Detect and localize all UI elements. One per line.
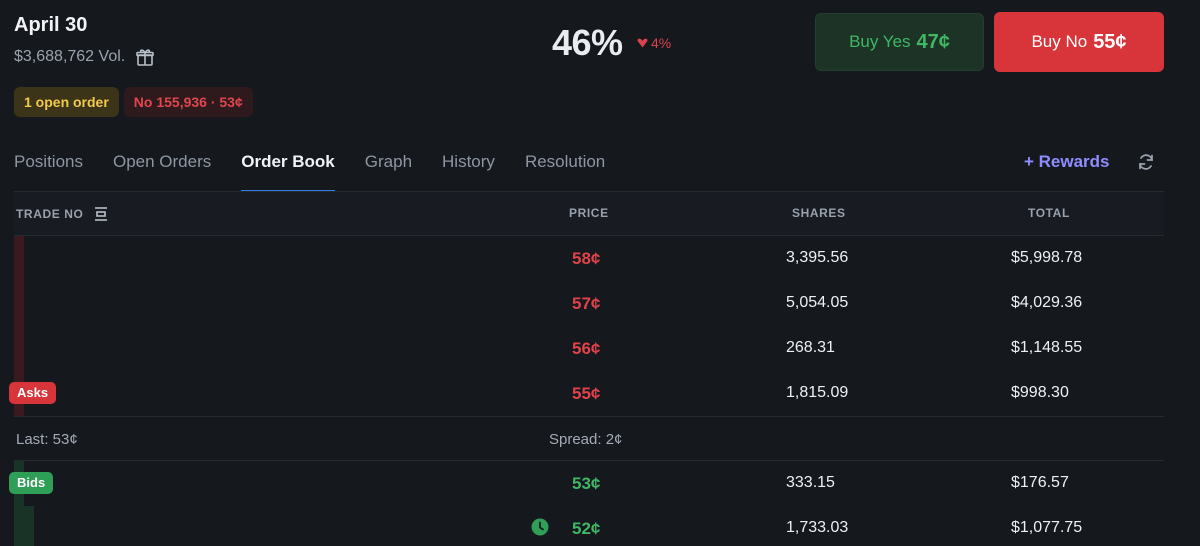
ask-total: $5,998.78 [1011, 249, 1083, 266]
bid-row[interactable]: 52¢ 1,733.03 $1,077.75 [14, 506, 1164, 546]
ask-total: $998.30 [1011, 384, 1069, 401]
volume-text: $3,688,762 Vol. [14, 48, 126, 65]
gift-icon[interactable] [135, 47, 155, 67]
header-total: TOTAL [1028, 206, 1070, 220]
ask-row[interactable]: 55¢ 1,815.09 $998.30 [14, 371, 1164, 416]
bid-row[interactable]: 53¢ 333.15 $176.57 [14, 461, 1164, 506]
clock-icon[interactable] [531, 518, 549, 536]
depth-bar [14, 506, 34, 546]
bid-price: 53¢ [572, 474, 601, 493]
depth-bar [14, 326, 24, 371]
bid-price: 52¢ [572, 519, 601, 538]
ask-shares: 1,815.09 [786, 384, 849, 401]
tab-open-orders[interactable]: Open Orders [113, 140, 211, 192]
header-trade-label: TRADE NO [16, 207, 84, 221]
header-price: PRICE [569, 206, 609, 220]
tab-history[interactable]: History [442, 140, 495, 192]
ask-price: 58¢ [572, 249, 601, 268]
market-volume: $3,688,762 Vol. [14, 47, 155, 67]
ask-row[interactable]: 57¢ 5,054.05 $4,029.36 [14, 281, 1164, 326]
header-trade: TRADE NO [16, 206, 109, 222]
center-align-icon[interactable] [93, 206, 109, 222]
ask-shares: 3,395.56 [786, 249, 849, 266]
ask-price: 56¢ [572, 339, 601, 358]
probability-change: 4% [637, 35, 671, 51]
order-badges: 1 open order No 155,936 · 53¢ [14, 87, 253, 117]
depth-bar [14, 236, 24, 281]
buy-no-label: Buy No [1031, 32, 1088, 51]
last-price: Last: 53¢ [16, 431, 78, 448]
probability: 46% [552, 22, 623, 63]
order-book-header: TRADE NO PRICE SHARES TOTAL [14, 192, 1164, 236]
ask-shares: 5,054.05 [786, 294, 849, 311]
bid-total: $176.57 [1011, 474, 1069, 491]
tab-graph[interactable]: Graph [365, 140, 412, 192]
tab-positions[interactable]: Positions [14, 140, 83, 192]
bid-total: $1,077.75 [1011, 519, 1083, 536]
buy-yes-label: Buy Yes [849, 32, 911, 51]
bid-shares: 333.15 [786, 474, 835, 491]
bid-shares: 1,733.03 [786, 519, 849, 536]
ask-row[interactable]: 58¢ 3,395.56 $5,998.78 [14, 236, 1164, 281]
buy-yes-button[interactable]: Buy Yes 47¢ [815, 13, 984, 71]
change-value: 4% [651, 35, 672, 51]
buy-no-button[interactable]: Buy No 55¢ [994, 12, 1164, 72]
bids-badge: Bids [9, 472, 54, 494]
header-shares: SHARES [792, 206, 846, 220]
ask-row[interactable]: 56¢ 268.31 $1,148.55 [14, 326, 1164, 371]
ask-total: $4,029.36 [1011, 294, 1083, 311]
rewards-link[interactable]: + Rewards [1024, 152, 1110, 172]
spread-row: Last: 53¢ Spread: 2¢ [14, 416, 1164, 461]
ask-price: 57¢ [572, 294, 601, 313]
tab-order-book[interactable]: Order Book [241, 140, 335, 192]
depth-bar [14, 281, 24, 326]
spread-value: Spread: 2¢ [549, 431, 623, 448]
buy-yes-price: 47¢ [916, 30, 950, 53]
ask-shares: 268.31 [786, 339, 835, 356]
position-badge[interactable]: No 155,936 · 53¢ [123, 87, 253, 117]
ask-price: 55¢ [572, 384, 601, 403]
asks-badge: Asks [9, 382, 57, 404]
tab-resolution[interactable]: Resolution [525, 140, 605, 192]
open-order-badge[interactable]: 1 open order [14, 87, 119, 117]
market-title: April 30 [14, 14, 88, 36]
down-triangle-icon [637, 38, 648, 48]
buy-no-price: 55¢ [1093, 30, 1127, 53]
refresh-icon[interactable] [1137, 153, 1155, 171]
ask-total: $1,148.55 [1011, 339, 1083, 356]
tab-bar: Positions Open Orders Order Book Graph H… [14, 140, 635, 192]
